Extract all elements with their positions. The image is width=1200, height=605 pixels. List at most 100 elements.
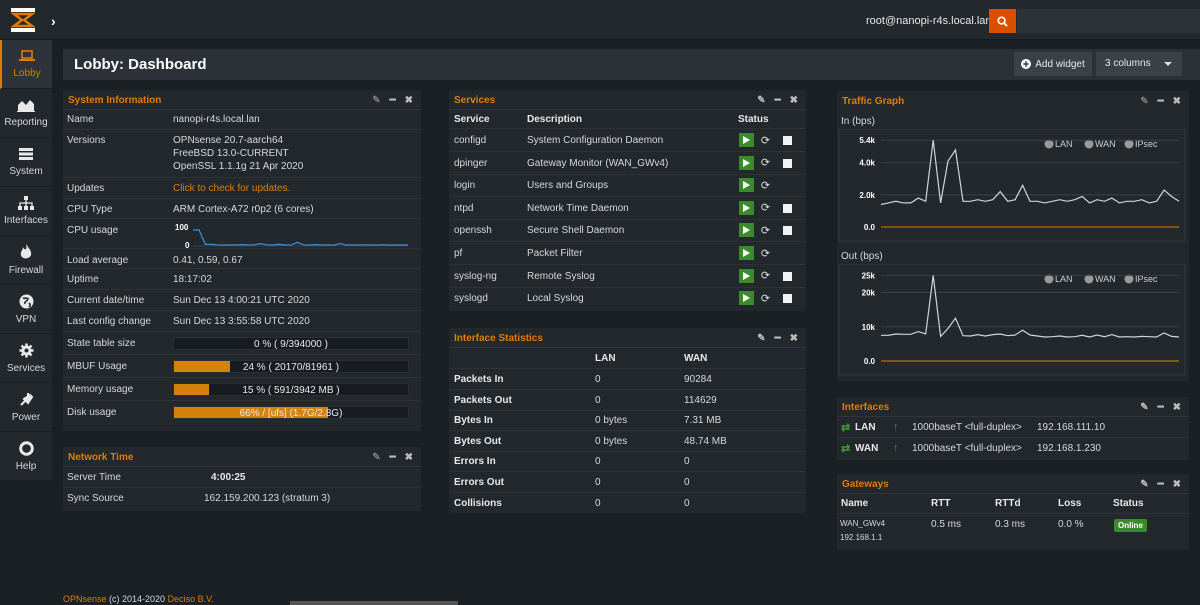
close-icon[interactable]: ✖ xyxy=(405,452,413,463)
ifstats-wan-value: 90284 xyxy=(684,374,712,385)
restart-service-button[interactable]: ⟳ xyxy=(758,246,773,260)
laptop-icon xyxy=(19,50,35,61)
widget-header[interactable]: Network Time ✎ ━ ✖ xyxy=(63,447,421,467)
start-service-button[interactable] xyxy=(739,246,754,260)
minimize-icon[interactable]: ━ xyxy=(775,95,781,106)
opnsense-logo[interactable] xyxy=(10,7,36,33)
start-service-button[interactable] xyxy=(739,200,754,215)
memory-bar: 15 % ( 591/3942 MB ) xyxy=(173,383,409,396)
horizontal-scrollbar[interactable] xyxy=(290,601,458,605)
sidebar-item-label: VPN xyxy=(15,313,37,325)
sidebar-item-help[interactable]: Help xyxy=(0,432,52,481)
widget-header[interactable]: Services ✎ ━ ✖ xyxy=(449,90,806,110)
restart-service-button[interactable]: ⟳ xyxy=(758,223,773,237)
restart-service-button[interactable]: ⟳ xyxy=(758,201,773,215)
service-col-header: Service xyxy=(454,114,490,125)
description-col-header: Description xyxy=(527,114,583,125)
columns-select[interactable]: 3 columns xyxy=(1096,52,1182,76)
gw-status-header: Status xyxy=(1113,498,1144,509)
ntp-row-server: Server Time 4:00:25 xyxy=(63,467,421,488)
gw-rtt-header: RTT xyxy=(931,498,951,509)
user-name[interactable]: root@nanopi-r4s.local.lan xyxy=(866,15,992,27)
legend-dot[interactable] xyxy=(1124,139,1134,149)
restart-service-button[interactable]: ⟳ xyxy=(758,156,773,170)
pencil-icon[interactable]: ✎ xyxy=(372,95,380,106)
pencil-icon[interactable]: ✎ xyxy=(1140,96,1148,107)
stop-service-button[interactable] xyxy=(783,294,792,304)
sidebar-item-label: Help xyxy=(15,460,37,472)
close-icon[interactable]: ✖ xyxy=(790,333,798,344)
sysinfo-row-state: State table size 0 % ( 9/394000 ) xyxy=(63,332,421,355)
play-shape xyxy=(743,136,750,144)
footer-brand-link[interactable]: OPNsense xyxy=(63,594,107,604)
play-icon xyxy=(743,203,750,212)
start-service-button[interactable] xyxy=(739,133,754,147)
pencil-icon[interactable]: ✎ xyxy=(1140,479,1148,490)
start-service-button[interactable] xyxy=(739,223,754,238)
stop-service-button[interactable] xyxy=(783,271,792,281)
widget-title: Gateways xyxy=(842,479,889,490)
add-widget-button[interactable]: Add widget xyxy=(1014,52,1092,76)
check-updates-link[interactable]: Click to check for updates. xyxy=(173,183,290,194)
start-service-button[interactable] xyxy=(739,291,754,306)
search-input[interactable] xyxy=(1017,9,1200,33)
sidebar-item-power[interactable]: Power xyxy=(0,383,52,432)
widget-header[interactable]: Interface Statistics ✎ ━ ✖ xyxy=(449,328,806,348)
sidebar-item-vpn[interactable]: VPN xyxy=(0,285,52,334)
close-icon[interactable]: ✖ xyxy=(405,95,413,106)
restart-service-button[interactable]: ⟳ xyxy=(758,133,773,147)
close-icon[interactable]: ✖ xyxy=(1173,96,1181,107)
start-service-button[interactable] xyxy=(739,178,754,193)
status-col-header: Status xyxy=(738,114,769,125)
sidebar: Lobby Reporting System Interfaces Firewa… xyxy=(0,40,52,481)
stop-service-button[interactable] xyxy=(783,136,792,145)
start-service-button[interactable] xyxy=(739,155,754,170)
chevron-right-icon[interactable]: › xyxy=(51,13,56,29)
stop-service-button[interactable] xyxy=(783,226,792,236)
pencil-icon[interactable]: ✎ xyxy=(757,333,765,344)
sidebar-item-firewall[interactable]: Firewall xyxy=(0,236,52,285)
stop-service-button[interactable] xyxy=(783,203,792,213)
widget-header[interactable]: Traffic Graph ✎ ━ ✖ xyxy=(837,91,1189,111)
interface-statistics-widget: Interface Statistics ✎ ━ ✖ LAN WAN Packe… xyxy=(449,328,806,513)
server-time-label: Server Time xyxy=(67,472,121,483)
minimize-icon[interactable]: ━ xyxy=(390,95,396,106)
close-icon[interactable]: ✖ xyxy=(1173,479,1181,490)
pencil-icon[interactable]: ✎ xyxy=(1140,402,1148,413)
stop-service-button[interactable] xyxy=(783,158,792,168)
minimize-icon[interactable]: ━ xyxy=(1158,96,1164,107)
minimize-icon[interactable]: ━ xyxy=(775,333,781,344)
sidebar-item-services[interactable]: Services xyxy=(0,334,52,383)
footer-company-link[interactable]: Deciso B.V. xyxy=(168,594,214,604)
minimize-icon[interactable]: ━ xyxy=(1158,479,1164,490)
minimize-icon[interactable]: ━ xyxy=(1158,402,1164,413)
restart-service-button[interactable]: ⟳ xyxy=(758,269,773,283)
ifstats-lan-value: 0 xyxy=(595,394,601,406)
arrow-up-icon: ↑ xyxy=(893,421,899,433)
minimize-icon[interactable]: ━ xyxy=(390,452,396,463)
sidebar-item-reporting[interactable]: Reporting xyxy=(0,89,52,138)
close-icon[interactable]: ✖ xyxy=(1173,402,1181,413)
status-badge: Online xyxy=(1114,519,1147,532)
widget-header[interactable]: Interfaces ✎ ━ ✖ xyxy=(837,397,1189,417)
start-service-button[interactable] xyxy=(739,268,754,283)
search-button[interactable] xyxy=(989,9,1016,33)
system-information-widget: System Information ✎ ━ ✖ Name nanopi-r4s… xyxy=(63,90,421,431)
widget-header[interactable]: Gateways ✎ ━ ✖ xyxy=(837,474,1189,494)
restart-service-button[interactable]: ⟳ xyxy=(758,178,773,192)
caret-down-icon xyxy=(1164,62,1172,66)
restart-service-button[interactable]: ⟳ xyxy=(758,291,773,305)
widget-header[interactable]: System Information ✎ ━ ✖ xyxy=(63,90,421,110)
pencil-icon[interactable]: ✎ xyxy=(372,452,380,463)
sidebar-item-system[interactable]: System xyxy=(0,138,52,187)
legend-dot[interactable] xyxy=(1084,139,1094,149)
ifstats-wan-value: 7.31 MB xyxy=(684,415,722,427)
close-icon[interactable]: ✖ xyxy=(790,95,798,106)
sidebar-item-lobby[interactable]: Lobby xyxy=(0,40,52,89)
sidebar-item-interfaces[interactable]: Interfaces xyxy=(0,187,52,236)
search-icon xyxy=(997,15,1008,27)
arrow-up-icon: ↑ xyxy=(893,442,899,454)
legend-dot[interactable] xyxy=(1044,139,1054,149)
pencil-icon[interactable]: ✎ xyxy=(757,95,765,106)
gw-rttd-header: RTTd xyxy=(995,498,1021,509)
